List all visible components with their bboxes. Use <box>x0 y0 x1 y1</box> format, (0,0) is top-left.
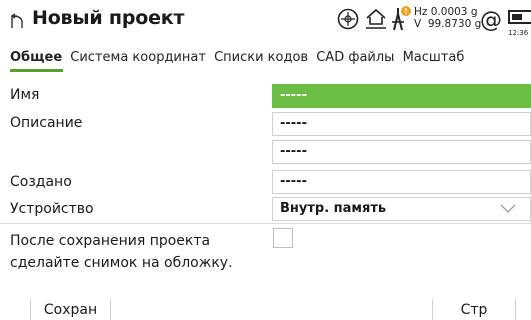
page-button[interactable]: Стр <box>433 299 515 320</box>
at-icon[interactable]: @ <box>480 8 502 33</box>
softkey-bar: Сохран Стр <box>0 299 531 320</box>
photo-option-line-2: сделайте снимок на обложку. <box>10 255 233 271</box>
description-field-1[interactable]: ----- <box>272 112 531 136</box>
name-field[interactable]: ----- <box>272 84 531 108</box>
clock: 12:36 <box>508 29 529 37</box>
device-value: Внутр. память <box>280 201 387 216</box>
photo-option-line-1: После сохранения проекта <box>10 233 211 249</box>
created-label: Создано <box>10 174 72 190</box>
tab-scale[interactable]: Масштаб <box>403 50 465 65</box>
created-field[interactable]: ----- <box>272 170 531 194</box>
device-dropdown[interactable]: Внутр. память <box>272 197 531 221</box>
name-label: Имя <box>10 87 40 103</box>
softkey-separator <box>110 299 111 320</box>
status-area: ! Hz 0.0003 g V 99.8730 g @ 12:36 <box>336 2 531 40</box>
tab-bar: Общее Система координат Списки кодов CAD… <box>10 50 468 65</box>
divider <box>0 223 531 224</box>
active-tab-indicator <box>10 69 63 72</box>
back-icon[interactable] <box>8 12 28 32</box>
tab-cad-files[interactable]: CAD файлы <box>316 50 394 65</box>
angle-readout: Hz 0.0003 g V 99.8730 g <box>414 6 481 30</box>
page-title: Новый проект <box>32 7 185 29</box>
v-readout: V 99.8730 g <box>414 18 482 30</box>
prism-alert-icon[interactable]: ! <box>390 4 412 34</box>
hz-readout: Hz 0.0003 g <box>414 6 478 18</box>
title-bar: Новый проект ! Hz 0.0003 g V 99.8730 g @… <box>0 0 531 42</box>
description-label: Описание <box>10 115 83 131</box>
photo-checkbox[interactable] <box>273 228 293 248</box>
tab-code-lists[interactable]: Списки кодов <box>214 50 308 65</box>
chevron-down-icon <box>500 204 516 213</box>
save-button[interactable]: Сохран <box>31 299 110 320</box>
tab-general[interactable]: Общее <box>10 50 62 65</box>
tab-coordinate-system[interactable]: Система координат <box>70 50 206 65</box>
description-field-2[interactable]: ----- <box>272 140 531 164</box>
battery-icon <box>508 10 531 24</box>
device-label: Устройство <box>10 201 94 217</box>
target-icon[interactable] <box>336 7 360 31</box>
photo-option-label: После сохранения проекта сделайте снимок… <box>10 230 233 274</box>
svg-text:!: ! <box>404 7 408 16</box>
home-level-icon[interactable] <box>364 6 388 32</box>
softkey-separator <box>515 299 516 320</box>
